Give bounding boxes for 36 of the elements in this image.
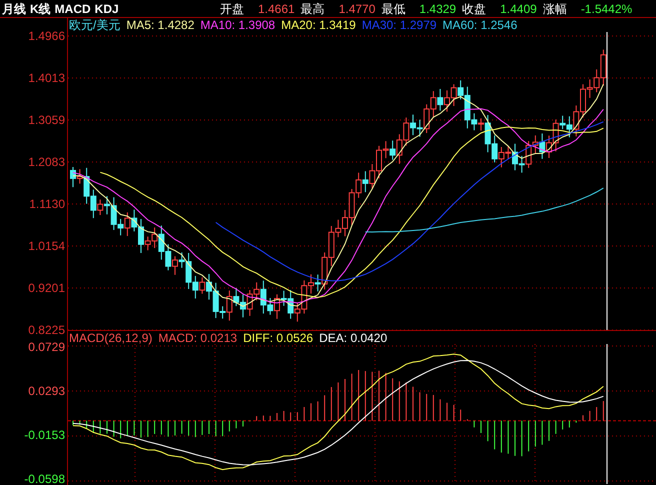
macd-legend: MACD(26,12,9) [69,331,152,344]
macd-axis-label: 0.0293 [28,384,65,398]
quote-value: 1.4409 [500,2,537,16]
macd-axis-label: -0.0598 [24,472,65,485]
quote-label: 收盘 [462,2,486,16]
quote-label: 涨幅 [542,2,567,16]
moving-average-legend: MA60: 1.2546 [442,18,518,32]
macd-legend: DIFF: 0.0526 [243,331,314,344]
price-axis-label: 0.9201 [28,281,65,295]
moving-average-legend: MA30: 1.2979 [362,18,437,32]
quote-label: 开盘 [220,2,244,16]
price-axis-label: 0.8225 [28,323,65,337]
quote-value: 1.4770 [338,2,376,16]
quote-value: 1.4661 [258,2,295,16]
quote-value: -1.5442% [580,2,632,16]
menu-item[interactable]: K线 [30,2,51,16]
price-axis-label: 1.1130 [29,197,65,211]
macd-axis-label: -0.0153 [24,428,65,442]
price-axis-label: 1.3059 [28,113,65,127]
quote-label: 最低 [381,2,406,16]
menu-item[interactable]: MACD [54,2,91,16]
menu-item[interactable]: 月线 [2,2,26,16]
price-axis-label: 1.0154 [28,239,65,253]
symbol-label: 欧元/美元 [69,18,120,32]
menu-item[interactable]: KDJ [94,2,119,16]
price-axis-label: 1.4966 [28,29,65,43]
price-axis-label: 1.4013 [28,71,65,85]
moving-average-legend: MA20: 1.3419 [281,18,356,32]
quote-value: 1.4329 [419,2,456,16]
moving-average-legend: MA10: 1.3908 [200,18,276,32]
macd-legend: MACD: 0.0213 [158,331,238,344]
macd-axis-label: 0.0729 [28,340,65,354]
moving-average-legend: MA5: 1.4282 [126,18,194,32]
price-axis-label: 1.2083 [28,155,65,169]
quote-label: 最高 [300,2,325,16]
macd-legend: DEA: 0.0420 [319,331,388,344]
